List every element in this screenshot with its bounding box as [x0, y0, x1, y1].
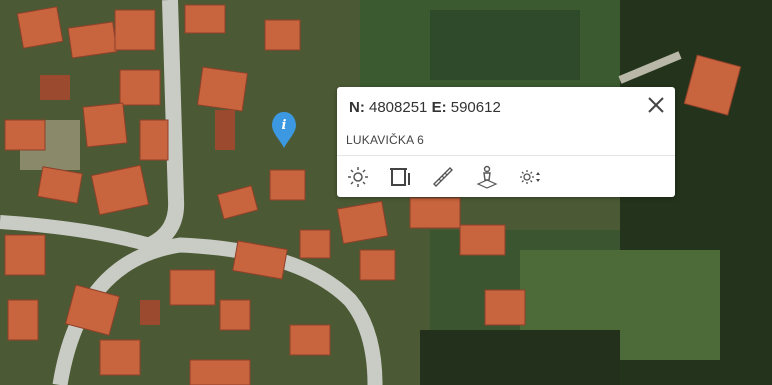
north-label: N:	[349, 99, 365, 116]
person-location-icon[interactable]	[474, 164, 500, 190]
close-icon[interactable]	[647, 96, 665, 114]
coordinates: N: 4808251 E: 590612	[349, 99, 501, 116]
window-height-icon[interactable]	[388, 164, 414, 190]
field-stripes	[430, 10, 580, 80]
divider	[337, 155, 675, 156]
north-value: 4808251	[369, 99, 428, 116]
trees-lower	[420, 330, 620, 385]
address-label: LUKAVIČKA 6	[346, 133, 425, 147]
sun-adjust-icon[interactable]	[517, 164, 543, 190]
ruler-icon[interactable]	[431, 164, 457, 190]
sun-icon[interactable]	[345, 164, 371, 190]
location-popup: N: 4808251 E: 590612 LUKAVIČKA 6	[337, 87, 675, 197]
svg-text:i: i	[282, 118, 287, 133]
east-label: E:	[431, 99, 447, 116]
east-value: 590612	[450, 99, 501, 116]
